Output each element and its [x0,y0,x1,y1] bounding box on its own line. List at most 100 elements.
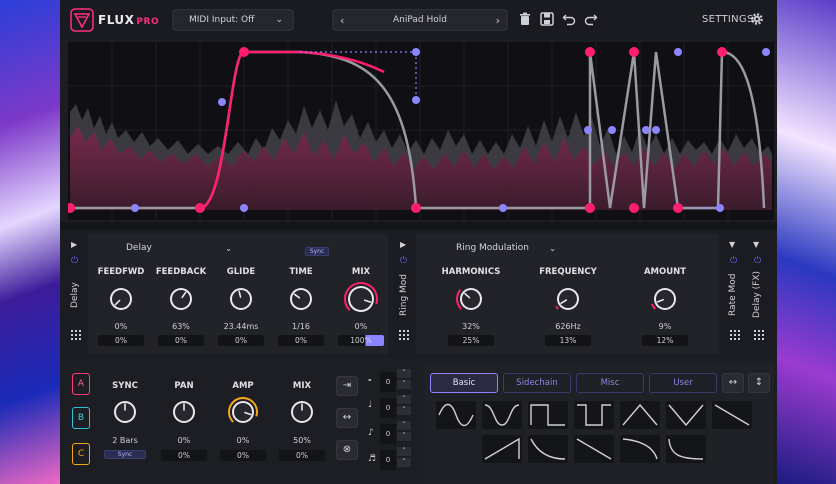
ringmod-modulation-amount[interactable]: 13% [545,335,591,346]
settings-button[interactable]: SETTINGS [702,14,754,25]
envelope-handle[interactable] [412,48,420,56]
expand-horizontal-icon[interactable]: ↔ [336,408,358,428]
shape-ramp-down[interactable] [712,401,752,429]
ringmod-modulation-amount[interactable]: 12% [642,335,688,346]
shape-square[interactable] [528,401,568,429]
lfo-mix-knob[interactable] [287,397,317,431]
tab-misc[interactable]: Misc [576,373,644,393]
flip-vertical-icon[interactable]: ↕ [748,373,770,393]
stepper-down-button[interactable]: ˅ [397,432,411,441]
envelope-handle[interactable] [652,126,660,134]
delay-modulation-amount[interactable]: 0% [158,335,204,346]
stepper-up-button[interactable]: ˄ [397,421,411,430]
lfo-slot-a-button[interactable]: A [72,373,90,395]
chevron-down-icon[interactable]: ▼ [729,240,735,249]
flip-horizontal-icon[interactable]: ↔ [722,373,744,393]
envelope-node[interactable] [585,203,595,213]
delay-glide-knob[interactable] [226,284,256,318]
envelope-handle[interactable] [131,204,139,212]
lfo-modulation-amount[interactable]: 0% [161,450,207,461]
envelope-node[interactable] [195,203,205,213]
delay-type-dropdown[interactable]: Delay ⌄ [126,240,232,256]
shape-v[interactable] [666,401,706,429]
chevron-right-icon[interactable]: › [496,14,500,27]
envelope-node[interactable] [629,47,639,57]
envelope-handle[interactable] [412,96,420,104]
delay-feedback-knob[interactable] [166,284,196,318]
lfo-amp-knob[interactable] [228,397,258,431]
delay-modulation-amount[interactable]: 0% [278,335,324,346]
envelope-node[interactable] [717,47,727,57]
merge-icon[interactable]: ⇥ [336,376,358,396]
power-icon[interactable]: ⏻ [754,256,761,266]
save-icon[interactable] [540,12,554,26]
delay-sync-button[interactable]: Sync [305,247,329,256]
tab-basic[interactable]: Basic [430,373,498,393]
stepper-up-button[interactable]: ˄ [397,447,411,456]
lfo-slot-c-button[interactable]: C [72,443,90,465]
envelope-node[interactable] [585,47,595,57]
envelope-handle[interactable] [642,126,650,134]
stepper-down-button[interactable]: ˅ [397,406,411,415]
grid-icon[interactable] [730,330,740,340]
shape-curve-decay[interactable] [620,435,660,463]
lfo-pan-knob[interactable] [169,397,199,431]
shape-pulse[interactable] [574,401,614,429]
ringmod-frequency-knob[interactable] [553,284,583,318]
delay-modulation-amount[interactable]: 100% [338,335,384,346]
delay-modulation-amount[interactable]: 0% [98,335,144,346]
lfo-sync-button[interactable]: Sync [104,450,146,459]
shape-saw[interactable] [574,435,614,463]
preset-selector[interactable]: ‹ AniPad Hold › [332,9,508,31]
envelope-handle[interactable] [674,48,682,56]
gear-icon[interactable] [750,12,764,26]
grid-icon[interactable] [71,330,81,340]
power-icon[interactable]: ⏻ [730,256,737,266]
shape-triangle[interactable] [620,401,660,429]
envelope-handle[interactable] [499,204,507,212]
lfo-modulation-amount[interactable]: 0% [279,450,325,461]
envelope-node[interactable] [629,203,639,213]
envelope-node[interactable] [673,203,683,213]
play-icon[interactable]: ▶ [71,240,77,249]
power-icon[interactable]: ⏻ [400,256,407,266]
grid-icon[interactable] [754,330,764,340]
ringmod-modulation-amount[interactable]: 25% [448,335,494,346]
envelope-handle[interactable] [716,204,724,212]
envelope-handle[interactable] [762,48,770,56]
envelope-handle[interactable] [608,126,616,134]
redo-icon[interactable] [584,12,598,26]
envelope-editor[interactable] [68,42,774,220]
midi-input-dropdown[interactable]: MIDI Input: Off ⌄ [172,9,294,31]
chevron-left-icon[interactable]: ‹ [340,14,344,27]
trash-icon[interactable] [518,12,532,26]
shape-fast-decay[interactable] [666,435,706,463]
envelope-node[interactable] [239,47,249,57]
envelope-handle[interactable] [218,98,226,106]
power-icon[interactable]: ⏻ [71,256,78,266]
ringmod-amount-knob[interactable] [650,284,680,318]
envelope-handle[interactable] [584,126,592,134]
delay-modulation-amount[interactable]: 0% [218,335,264,346]
shape-exp-decay[interactable] [528,435,568,463]
envelope-node[interactable] [411,203,421,213]
grid-icon[interactable] [399,330,409,340]
stepper-down-button[interactable]: ˅ [397,380,411,389]
envelope-graph[interactable] [68,42,774,220]
delay-feedfwd-knob[interactable] [106,284,136,318]
shape-sine[interactable] [436,401,476,429]
envelope-handle[interactable] [240,204,248,212]
lfo-slot-b-button[interactable]: B [72,407,90,429]
stepper-up-button[interactable]: ˄ [397,369,411,378]
stepper-down-button[interactable]: ˅ [397,458,411,467]
delay-mix-knob[interactable] [344,282,378,320]
shape-ramp-up[interactable] [482,435,522,463]
chevron-down-icon[interactable]: ▼ [753,240,759,249]
tab-sidechain[interactable]: Sidechain [503,373,571,393]
lfo-modulation-amount[interactable]: 0% [220,450,266,461]
undo-icon[interactable] [562,12,576,26]
lfo-sync-knob[interactable] [110,397,140,431]
tab-user[interactable]: User [649,373,717,393]
shape-inverted-sine[interactable] [482,401,522,429]
delay-time-knob[interactable] [286,284,316,318]
